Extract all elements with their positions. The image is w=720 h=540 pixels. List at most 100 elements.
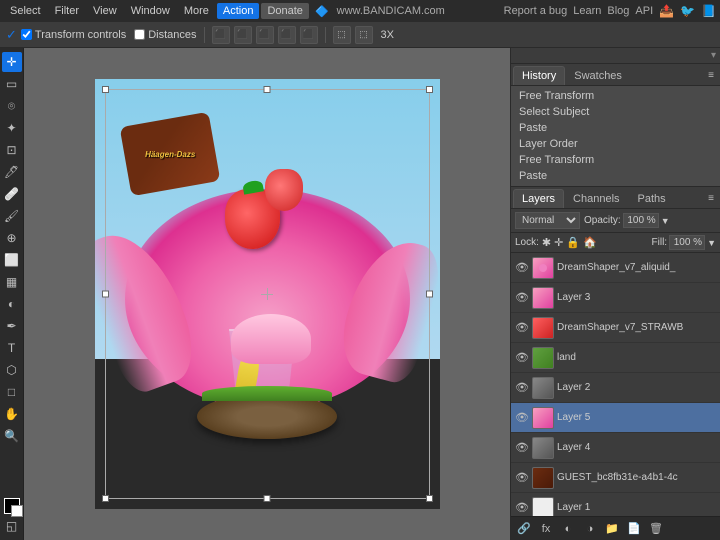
learn-link[interactable]: Learn (573, 5, 601, 17)
puppet-icon[interactable]: ⬚ (355, 26, 373, 44)
fill-input[interactable] (669, 235, 705, 250)
opacity-arrow[interactable]: ▼ (661, 216, 670, 226)
transform-box[interactable] (105, 89, 430, 499)
opacity-input[interactable] (623, 213, 659, 228)
shape-tool[interactable]: □ (2, 382, 22, 402)
gradient-tool[interactable]: ▦ (2, 272, 22, 292)
tab-layers[interactable]: Layers (513, 189, 564, 208)
history-item-2[interactable]: Paste (511, 120, 720, 136)
handle-bottom-right[interactable] (426, 495, 433, 502)
layer-style-icon[interactable]: fx (537, 520, 555, 538)
menu-action[interactable]: Action (217, 3, 260, 19)
menu-window[interactable]: Window (125, 3, 176, 19)
zoom-tool[interactable]: 🔍 (2, 426, 22, 446)
layer-visibility-1[interactable]: 👁 (515, 291, 529, 305)
distances-checkbox[interactable] (134, 29, 145, 40)
healing-tool[interactable]: 🩹 (2, 184, 22, 204)
history-panel-menu[interactable]: ≡ (704, 70, 718, 81)
crop-tool[interactable]: ⊡ (2, 140, 22, 160)
text-tool[interactable]: T (2, 338, 22, 358)
menu-view[interactable]: View (87, 3, 123, 19)
layers-panel-menu[interactable]: ≡ (704, 193, 718, 204)
layer-visibility-8[interactable]: 👁 (515, 501, 529, 515)
menu-filter[interactable]: Filter (49, 3, 85, 19)
layer-item-1[interactable]: 👁 Layer 3 (511, 283, 720, 313)
lock-artboard-icon[interactable]: 🔒 (566, 236, 580, 249)
tab-channels[interactable]: Channels (564, 189, 628, 208)
handle-top-left[interactable] (102, 86, 109, 93)
new-group-icon[interactable]: 📁 (603, 520, 621, 538)
handle-middle-right[interactable] (426, 291, 433, 298)
twitter-icon[interactable]: 🐦 (680, 4, 695, 18)
marquee-tool[interactable]: ▭ (2, 74, 22, 94)
align-center-icon[interactable]: ⬛ (234, 26, 252, 44)
align-middle-icon[interactable]: ⬛ (300, 26, 318, 44)
link-layers-icon[interactable]: 🔗 (515, 520, 533, 538)
warp-icon[interactable]: ⬚ (333, 26, 351, 44)
eraser-tool[interactable]: ⬜ (2, 250, 22, 270)
facebook-icon[interactable]: 📘 (701, 4, 716, 18)
transform-controls-check[interactable]: Transform controls (21, 29, 126, 41)
quick-mask-tool[interactable]: ◱ (2, 516, 22, 536)
layer-visibility-3[interactable]: 👁 (515, 351, 529, 365)
layer-item-2[interactable]: 👁 DreamShaper_v7_STRAWB (511, 313, 720, 343)
dodge-tool[interactable]: ◐ (2, 294, 22, 314)
add-mask-icon[interactable]: ◐ (559, 520, 577, 538)
history-item-1[interactable]: Select Subject (511, 104, 720, 120)
layer-item-6[interactable]: 👁 Layer 4 (511, 433, 720, 463)
clone-tool[interactable]: ⊕ (2, 228, 22, 248)
share-icon[interactable]: 📤 (659, 4, 674, 18)
history-item-3[interactable]: Layer Order (511, 136, 720, 152)
brush-tool[interactable]: 🖌 (2, 206, 22, 226)
adjustment-layer-icon[interactable]: ◑ (581, 520, 599, 538)
layer-item-0[interactable]: 👁 DreamShaper_v7_aliquid_ (511, 253, 720, 283)
layer-visibility-5[interactable]: 👁 (515, 411, 529, 425)
layer-visibility-0[interactable]: 👁 (515, 261, 529, 275)
delete-layer-icon[interactable]: 🗑 (647, 520, 665, 538)
align-right-icon[interactable]: ⬛ (256, 26, 274, 44)
layer-item-5[interactable]: 👁 Layer 5 (511, 403, 720, 433)
history-item-4[interactable]: Free Transform (511, 152, 720, 168)
distances-check[interactable]: Distances (134, 29, 196, 41)
handle-bottom-left[interactable] (102, 495, 109, 502)
lasso-tool[interactable]: ⌾ (2, 96, 22, 116)
layer-item-4[interactable]: 👁 Layer 2 (511, 373, 720, 403)
layer-visibility-7[interactable]: 👁 (515, 471, 529, 485)
foreground-color[interactable] (4, 498, 20, 514)
menu-more[interactable]: More (178, 3, 215, 19)
path-tool[interactable]: ⬡ (2, 360, 22, 380)
layer-visibility-2[interactable]: 👁 (515, 321, 529, 335)
tab-history[interactable]: History (513, 66, 565, 85)
menu-donate[interactable]: Donate (261, 3, 308, 19)
api-link[interactable]: API (635, 5, 653, 17)
hand-tool[interactable]: ✋ (2, 404, 22, 424)
move-tool[interactable]: ✛ (2, 52, 22, 72)
menu-select[interactable]: Select (4, 3, 47, 19)
magic-wand-tool[interactable]: ✦ (2, 118, 22, 138)
lock-pixels-icon[interactable]: ✱ (542, 236, 551, 249)
tab-swatches[interactable]: Swatches (565, 66, 631, 85)
handle-bottom-center[interactable] (264, 495, 271, 502)
handle-middle-left[interactable] (102, 291, 109, 298)
transform-controls-checkbox[interactable] (21, 29, 32, 40)
align-left-icon[interactable]: ⬛ (212, 26, 230, 44)
history-item-5[interactable]: Paste (511, 168, 720, 184)
history-item-0[interactable]: Free Transform (511, 88, 720, 104)
layer-item-7[interactable]: 👁 GUEST_bc8fb31e-a4b1-4c (511, 463, 720, 493)
report-bug-link[interactable]: Report a bug (504, 5, 568, 17)
pen-tool[interactable]: ✒ (2, 316, 22, 336)
handle-top-center[interactable] (264, 86, 271, 93)
layer-visibility-6[interactable]: 👁 (515, 441, 529, 455)
layer-item-3[interactable]: 👁 land (511, 343, 720, 373)
eyedropper-tool[interactable]: 🖊 (2, 162, 22, 182)
new-layer-icon[interactable]: 📄 (625, 520, 643, 538)
blend-mode-select[interactable]: Normal Multiply Screen (515, 212, 580, 229)
canvas-area[interactable]: Häagen-Dazs (24, 48, 510, 540)
layer-visibility-4[interactable]: 👁 (515, 381, 529, 395)
handle-top-right[interactable] (426, 86, 433, 93)
lock-all-icon[interactable]: 🏠 (583, 236, 597, 249)
collapse-icon[interactable]: ▾ (711, 50, 716, 61)
layer-item-8[interactable]: 👁 Layer 1 (511, 493, 720, 516)
fill-arrow[interactable]: ▼ (707, 238, 716, 248)
lock-position-icon[interactable]: ✛ (554, 236, 563, 249)
